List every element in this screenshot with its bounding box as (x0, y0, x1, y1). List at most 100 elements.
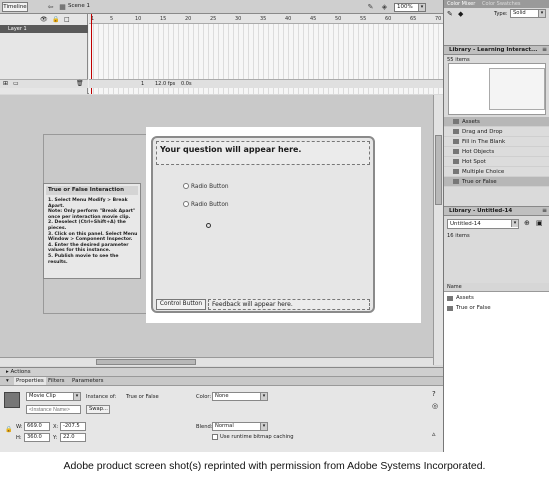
accessibility-icon[interactable]: ◎ (432, 402, 438, 410)
radio-option-1[interactable]: Radio Button (183, 183, 229, 190)
fill-type-value: Solid (513, 10, 526, 16)
tab-color-swatches[interactable]: Color Swatches (482, 0, 521, 8)
ruler-tick-label: 30 (235, 16, 242, 22)
tab-properties[interactable]: Properties (14, 377, 46, 385)
eye-icon[interactable]: 👁 (40, 16, 48, 23)
layer-tools: ⊞ ▭ 🗑 (0, 79, 88, 88)
library-item-label: Assets (462, 119, 480, 125)
menu-icon[interactable]: ≡ (542, 207, 547, 215)
library-item[interactable]: Hot Spot (444, 157, 549, 167)
library-item-label: True or False (462, 179, 497, 185)
fill-type-select[interactable]: Solid ▾ (510, 9, 546, 18)
instance-name-input[interactable] (26, 405, 81, 414)
properties-tabs: ▾ Properties Filters Parameters (0, 376, 443, 385)
bitmap-caching-checkbox[interactable] (212, 434, 218, 440)
folder-icon (447, 296, 453, 301)
library-item[interactable]: Drag and Drop (444, 127, 549, 137)
paint-bucket-icon[interactable]: ◆ (458, 10, 463, 18)
question-text: Your question will appear here. (156, 141, 370, 165)
zoom-select[interactable]: 100% ▾ (394, 3, 426, 12)
pin-icon[interactable]: ⊕ (524, 219, 530, 227)
zoom-value: 100% (397, 4, 413, 10)
tab-color-mixer[interactable]: Color Mixer (447, 0, 475, 8)
timeline-toggle-button[interactable]: Timeline (2, 2, 28, 12)
actions-panel-header[interactable]: ▸ Actions (0, 367, 443, 376)
chevron-down-icon: ▾ (511, 220, 518, 227)
trash-icon[interactable]: 🗑 (76, 80, 84, 87)
color-panel-tabs: Color Mixer Color Swatches (444, 0, 549, 8)
width-input[interactable]: 669.0 (24, 422, 50, 431)
collapse-icon: ▾ (6, 378, 9, 384)
library2-title: Library - Untitled-14 (449, 208, 513, 214)
library-list: Assets Drag and Drop Fill in The Blank H… (444, 117, 549, 187)
pencil-icon[interactable]: ✎ (447, 10, 453, 18)
add-folder-icon[interactable]: ▭ (13, 80, 19, 87)
library2-panel-header[interactable]: Library - Untitled-14 ≡ (444, 206, 549, 216)
step-line: 2. Deselect (Ctrl+Shift+A) the pieces. (48, 220, 126, 231)
swap-button[interactable]: Swap... (86, 405, 110, 414)
edit-bar: Timeline ⇦ ▦ Scene 1 ✎ ◈ 100% ▾ (0, 0, 443, 14)
library-document-select[interactable]: Untitled-14 ▾ (447, 219, 519, 229)
add-layer-icon[interactable]: ⊞ (3, 80, 8, 87)
control-button[interactable]: Control Button (156, 299, 206, 310)
instructions-title: True or False Interaction (46, 186, 138, 195)
library-item[interactable]: True or False (444, 177, 549, 187)
library-title: Library - Learning Interact... (449, 47, 538, 53)
x-input[interactable]: -207.5 (60, 422, 86, 431)
blend-value: Normal (215, 423, 234, 429)
elapsed-time: 0.0s (181, 81, 192, 87)
height-input[interactable]: 360.0 (24, 433, 50, 442)
ruler-tick-label: 55 (360, 16, 367, 22)
folder-icon (453, 179, 459, 184)
library-item[interactable]: Assets (444, 117, 549, 127)
horizontal-scrollbar[interactable] (0, 357, 433, 366)
folder-icon (453, 119, 459, 124)
expand-icon[interactable]: ▵ (432, 430, 436, 438)
frame-ruler[interactable]: 1 5 10 15 20 25 30 35 40 45 50 55 60 65 70 (89, 14, 443, 24)
help-icon[interactable]: ? (432, 390, 436, 398)
movie-clip-icon (447, 306, 453, 311)
x-label: X: (53, 424, 59, 430)
lock-icon[interactable]: 🔒 (52, 16, 59, 23)
ruler-tick-label: 25 (210, 16, 217, 22)
tab-parameters[interactable]: Parameters (72, 377, 103, 385)
scene-label[interactable]: Scene 1 (68, 3, 90, 9)
radio-icon (183, 183, 189, 189)
y-input[interactable]: 22.0 (60, 433, 86, 442)
ruler-tick-label: 10 (135, 16, 142, 22)
radio-option-2[interactable]: Radio Button (183, 201, 229, 208)
name-column-header[interactable]: Name (444, 283, 549, 292)
actions-label: Actions (10, 369, 31, 375)
lock-icon[interactable]: 🔒 (5, 426, 12, 433)
blend-select[interactable]: Normal ▾ (212, 422, 268, 431)
back-arrow-icon[interactable]: ⇦ (46, 3, 55, 12)
folder-icon (453, 159, 459, 164)
library2-item[interactable]: True or False (444, 304, 549, 313)
menu-icon[interactable]: ≡ (542, 46, 547, 54)
symbol-type-value: Movie Clip (29, 393, 56, 399)
library-panel-header[interactable]: Library - Learning Interact... ≡ (444, 45, 549, 55)
library-item[interactable]: Fill in The Blank (444, 137, 549, 147)
ruler-tick-label: 45 (310, 16, 317, 22)
new-library-icon[interactable]: ▣ (536, 219, 543, 227)
library-item[interactable]: Multiple Choice (444, 167, 549, 177)
feedback-text: Feedback will appear here. (208, 299, 370, 310)
color-effect-select[interactable]: None ▾ (212, 392, 268, 401)
vertical-scrollbar[interactable] (433, 95, 443, 365)
scroll-thumb[interactable] (96, 359, 196, 365)
bitmap-caching-label: Use runtime bitmap caching (220, 434, 294, 440)
library-item[interactable]: Hot Objects (444, 147, 549, 157)
instance-of-label: Instance of: (86, 394, 117, 400)
ruler-tick-label: 60 (385, 16, 392, 22)
edit-symbol-icon[interactable]: ◈ (380, 3, 389, 12)
symbol-type-select[interactable]: Movie Clip ▾ (26, 392, 81, 401)
layer-row[interactable]: Layer 1 (0, 25, 88, 33)
edit-scene-icon[interactable]: ✎ (366, 3, 375, 12)
tab-filters[interactable]: Filters (48, 377, 65, 385)
instructions-panel[interactable]: True or False Interaction 1. Select Menu… (43, 183, 141, 279)
cursor-icon (206, 223, 211, 228)
outline-icon[interactable]: □ (64, 16, 70, 23)
quiz-interaction[interactable]: Your question will appear here. Radio Bu… (151, 136, 375, 313)
library2-item[interactable]: Assets (444, 294, 549, 303)
scroll-thumb[interactable] (435, 135, 442, 205)
